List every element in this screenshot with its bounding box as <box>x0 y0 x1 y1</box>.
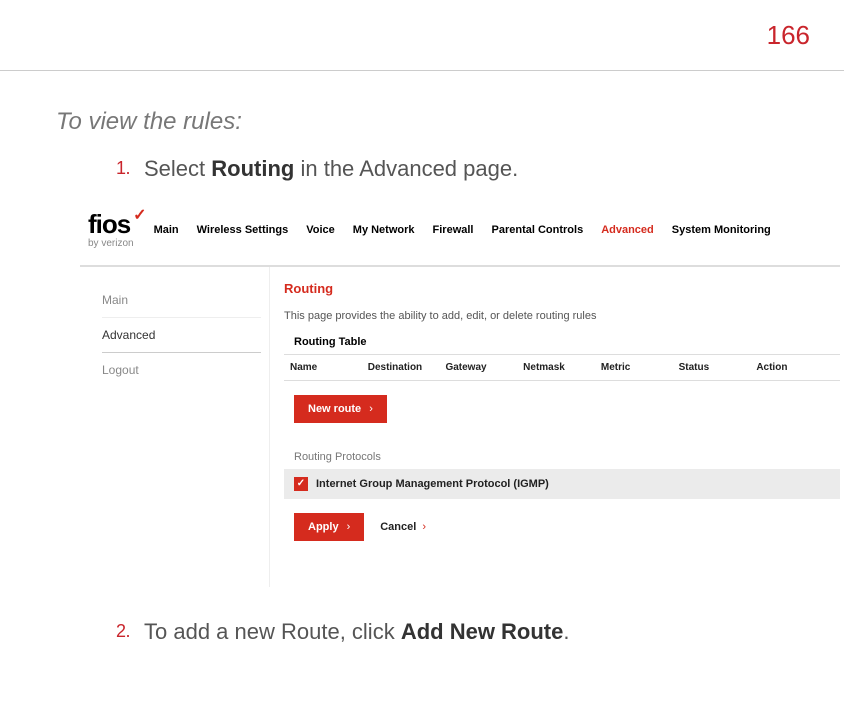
sidebar-item-logout[interactable]: Logout <box>102 355 261 385</box>
new-route-label: New route <box>308 403 361 415</box>
step-text: Select Routing in the Advanced page. <box>144 154 518 185</box>
nav-system-monitoring[interactable]: System Monitoring <box>672 224 771 236</box>
nav-firewall[interactable]: Firewall <box>433 224 474 236</box>
nav-voice[interactable]: Voice <box>306 224 335 236</box>
apply-label: Apply <box>308 521 339 533</box>
col-gateway: Gateway <box>445 362 523 373</box>
col-destination: Destination <box>368 362 446 373</box>
sidebar: Main Advanced Logout <box>80 267 270 587</box>
igmp-label: Internet Group Management Protocol (IGMP… <box>316 478 549 490</box>
table-header-row: Name Destination Gateway Netmask Metric … <box>284 354 840 381</box>
document-content: To view the rules: 1. Select Routing in … <box>56 108 824 666</box>
new-route-row: New route › <box>284 381 840 433</box>
step-number: 1. <box>116 154 144 185</box>
logo-word: fios <box>88 209 130 239</box>
step-text-pre: To add a new Route, click <box>144 619 401 644</box>
step-2: 2. To add a new Route, click Add New Rou… <box>56 617 824 648</box>
nav-advanced[interactable]: Advanced <box>601 224 654 236</box>
step-text-bold: Add New Route <box>401 619 564 644</box>
igmp-checkbox[interactable]: ✓ <box>294 477 308 491</box>
step-list: 1. Select Routing in the Advanced page. <box>56 154 824 185</box>
protocol-row: ✓ Internet Group Management Protocol (IG… <box>284 469 840 499</box>
sidebar-item-advanced[interactable]: Advanced <box>102 317 261 353</box>
chevron-right-icon: › <box>422 521 426 533</box>
new-route-button[interactable]: New route › <box>294 395 387 423</box>
nav-mynetwork[interactable]: My Network <box>353 224 415 236</box>
col-name: Name <box>290 362 368 373</box>
nav-items: Main Wireless Settings Voice My Network … <box>154 224 771 236</box>
cancel-label: Cancel <box>380 521 416 533</box>
step-number: 2. <box>116 617 144 648</box>
col-metric: Metric <box>601 362 679 373</box>
fios-logo: fios ✓ by verizon <box>88 211 134 249</box>
panel-title: Routing <box>284 281 840 296</box>
panel-description: This page provides the ability to add, e… <box>284 310 840 322</box>
step-text-bold: Routing <box>211 156 294 181</box>
router-ui-screenshot: fios ✓ by verizon Main Wireless Settings… <box>80 205 840 587</box>
intro-heading: To view the rules: <box>56 108 824 136</box>
step-text-pre: Select <box>144 156 211 181</box>
step-text-post: in the Advanced page. <box>294 156 518 181</box>
logo-text: fios ✓ <box>88 211 134 237</box>
step-text-post: . <box>563 619 569 644</box>
logo-subtext: by verizon <box>88 238 134 249</box>
body-row: Main Advanced Logout Routing This page p… <box>80 267 840 587</box>
main-panel: Routing This page provides the ability t… <box>270 267 840 587</box>
horizontal-rule <box>0 70 844 71</box>
routing-table-heading: Routing Table <box>294 336 840 348</box>
check-icon: ✓ <box>133 208 145 224</box>
step-text: To add a new Route, click Add New Route. <box>144 617 570 648</box>
action-buttons-row: Apply › Cancel › <box>284 499 840 551</box>
routing-protocols-heading: Routing Protocols <box>294 451 840 463</box>
col-netmask: Netmask <box>523 362 601 373</box>
step-list-2: 2. To add a new Route, click Add New Rou… <box>56 617 824 648</box>
cancel-button[interactable]: Cancel › <box>380 521 426 533</box>
chevron-right-icon: › <box>347 521 351 533</box>
nav-parental[interactable]: Parental Controls <box>492 224 584 236</box>
nav-wireless[interactable]: Wireless Settings <box>197 224 289 236</box>
page-number: 166 <box>767 20 810 51</box>
top-nav: fios ✓ by verizon Main Wireless Settings… <box>80 205 840 267</box>
col-action: Action <box>756 362 834 373</box>
apply-button[interactable]: Apply › <box>294 513 364 541</box>
step-1: 1. Select Routing in the Advanced page. <box>56 154 824 185</box>
nav-main[interactable]: Main <box>154 224 179 236</box>
sidebar-item-main[interactable]: Main <box>102 285 261 315</box>
col-status: Status <box>679 362 757 373</box>
chevron-right-icon: › <box>369 403 373 415</box>
